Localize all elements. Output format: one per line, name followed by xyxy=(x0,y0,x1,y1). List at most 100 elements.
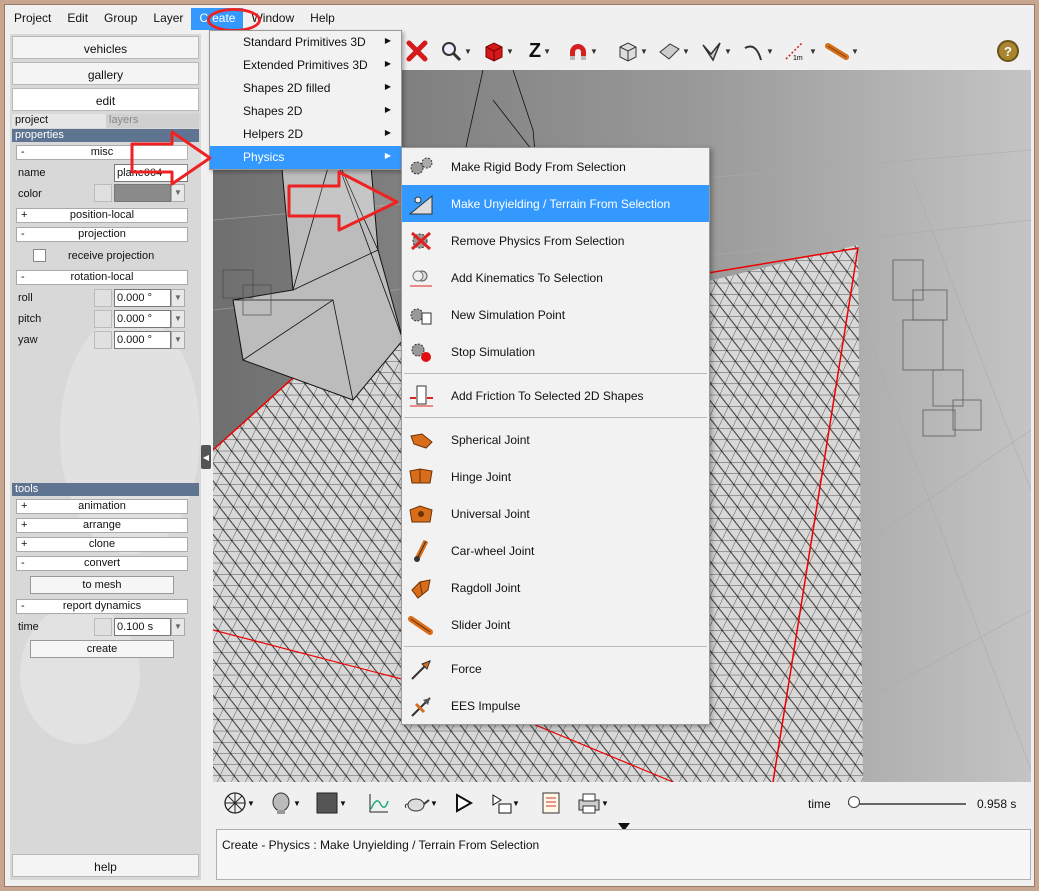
menu-item-label: Stop Simulation xyxy=(451,345,536,359)
convert-group[interactable]: - convert xyxy=(16,556,188,571)
roll-pick-box[interactable] xyxy=(94,289,112,307)
material-color-button[interactable]: ▼ xyxy=(313,789,349,817)
impulse-icon xyxy=(407,693,435,719)
camera-head-button[interactable]: ▼ xyxy=(267,789,303,817)
menu-item-extended-primitives[interactable]: Extended Primitives 3D ▶ xyxy=(210,54,401,77)
menu-item-make-unyielding[interactable]: Make Unyielding / Terrain From Selection xyxy=(402,185,709,222)
render-mode-button[interactable]: ▼ xyxy=(221,789,257,817)
menu-create[interactable]: Create xyxy=(191,8,244,30)
playback-options-button[interactable]: ▼ xyxy=(487,789,523,817)
clone-group[interactable]: + clone xyxy=(16,537,188,552)
to-mesh-button[interactable]: to mesh xyxy=(30,576,174,594)
snap-button[interactable]: ▼ xyxy=(564,36,600,66)
pitch-label: pitch xyxy=(18,313,42,325)
menu-window[interactable]: Window xyxy=(243,8,302,30)
tab-project[interactable]: project xyxy=(12,114,106,128)
help-toolbar-button[interactable]: ? xyxy=(997,40,1019,62)
menu-item-label: Physics xyxy=(243,150,285,164)
help-button[interactable]: help xyxy=(12,854,199,877)
menu-item-shapes-2d-filled[interactable]: Shapes 2D filled ▶ xyxy=(210,77,401,100)
status-bar: Create - Physics : Make Unyielding / Ter… xyxy=(216,829,1031,880)
arrange-group[interactable]: + arrange xyxy=(16,518,188,533)
primitive-box-button[interactable]: ▼ xyxy=(614,36,650,66)
color-swatch[interactable] xyxy=(114,184,171,202)
menu-item-standard-primitives[interactable]: Standard Primitives 3D ▶ xyxy=(210,31,401,54)
print-button[interactable]: ▼ xyxy=(575,789,611,817)
report-dynamics-group[interactable]: - report dynamics xyxy=(16,599,188,614)
graph-button[interactable] xyxy=(365,789,393,817)
measure-button[interactable]: 1m ▼ xyxy=(782,36,818,66)
menu-item-shapes-2d[interactable]: Shapes 2D ▶ xyxy=(210,100,401,123)
zoom-button[interactable]: ▼ xyxy=(438,36,474,66)
box-select-button[interactable]: ▼ xyxy=(480,36,516,66)
color-dropdown[interactable]: ▼ xyxy=(171,184,185,202)
yaw-spinner[interactable]: ▼ xyxy=(171,331,185,349)
step-icon xyxy=(492,794,512,814)
bone-button[interactable]: ▼ xyxy=(824,36,860,66)
panel-collapse-handle[interactable]: ◀ xyxy=(201,445,211,469)
menu-layer[interactable]: Layer xyxy=(145,8,191,30)
roll-spinner[interactable]: ▼ xyxy=(171,289,185,307)
menu-item-label: Standard Primitives 3D xyxy=(243,35,366,49)
time-pick-box[interactable] xyxy=(94,618,112,636)
color-pick-box[interactable] xyxy=(94,184,112,202)
time-spinner[interactable]: ▼ xyxy=(171,618,185,636)
menu-item-car-wheel-joint[interactable]: Car-wheel Joint xyxy=(402,532,709,569)
delete-button[interactable] xyxy=(402,36,432,66)
misc-group[interactable]: - misc xyxy=(16,145,188,160)
gallery-button[interactable]: gallery xyxy=(12,62,199,85)
report-button[interactable] xyxy=(537,789,565,817)
menu-item-universal-joint[interactable]: Universal Joint xyxy=(402,495,709,532)
shape2d-button[interactable]: ▼ xyxy=(698,36,734,66)
yaw-field[interactable]: 0.000 ° xyxy=(114,331,171,349)
menu-item-ees-impulse[interactable]: EES Impulse xyxy=(402,687,709,724)
receive-projection-checkbox[interactable] xyxy=(33,249,46,262)
edit-button[interactable]: edit xyxy=(12,88,199,111)
create-button[interactable]: create xyxy=(30,640,174,658)
position-local-sign: + xyxy=(21,209,28,221)
plane-button[interactable]: ▼ xyxy=(656,36,692,66)
position-local-group[interactable]: + position-local xyxy=(16,208,188,223)
menubar: Project Edit Group Layer Create Window H… xyxy=(6,8,343,30)
pitch-pick-box[interactable] xyxy=(94,310,112,328)
menu-item-slider-joint[interactable]: Slider Joint xyxy=(402,606,709,643)
animation-group[interactable]: + animation xyxy=(16,499,188,514)
menu-item-stop-simulation[interactable]: Stop Simulation xyxy=(402,333,709,370)
roll-field[interactable]: 0.000 ° xyxy=(114,289,171,307)
time-label: time xyxy=(18,621,39,633)
yaw-pick-box[interactable] xyxy=(94,331,112,349)
menu-item-ragdoll-joint[interactable]: Ragdoll Joint xyxy=(402,569,709,606)
name-field[interactable]: plane004 xyxy=(114,164,188,182)
menu-item-helpers-2d[interactable]: Helpers 2D ▶ xyxy=(210,123,401,146)
arrange-label: arrange xyxy=(83,519,121,531)
head-icon xyxy=(272,792,290,814)
menu-item-add-kinematics[interactable]: Add Kinematics To Selection xyxy=(402,259,709,296)
misc-sign: - xyxy=(21,146,25,158)
menu-item-add-friction[interactable]: Add Friction To Selected 2D Shapes xyxy=(402,377,709,414)
rotation-local-group[interactable]: - rotation-local xyxy=(16,270,188,285)
play-button[interactable] xyxy=(449,789,477,817)
teapot-button[interactable]: ▼ xyxy=(403,789,439,817)
menu-help[interactable]: Help xyxy=(302,8,343,30)
convert-sign: - xyxy=(21,557,25,569)
time-field[interactable]: 0.100 s xyxy=(114,618,171,636)
curve-button[interactable]: ▼ xyxy=(740,36,776,66)
menu-project[interactable]: Project xyxy=(6,8,59,30)
pitch-field[interactable]: 0.000 ° xyxy=(114,310,171,328)
menu-item-hinge-joint[interactable]: Hinge Joint xyxy=(402,458,709,495)
menu-item-force[interactable]: Force xyxy=(402,650,709,687)
projection-group[interactable]: - projection xyxy=(16,227,188,242)
menu-item-make-rigid-body[interactable]: Make Rigid Body From Selection xyxy=(402,148,709,185)
pitch-spinner[interactable]: ▼ xyxy=(171,310,185,328)
axis-constraint-button[interactable]: Z ▼ xyxy=(522,36,558,66)
menu-item-remove-physics[interactable]: Remove Physics From Selection xyxy=(402,222,709,259)
menu-edit[interactable]: Edit xyxy=(59,8,96,30)
tab-layers[interactable]: layers xyxy=(106,114,199,128)
menu-item-spherical-joint[interactable]: Spherical Joint xyxy=(402,421,709,458)
vehicles-button[interactable]: vehicles xyxy=(12,36,199,59)
timeline-slider[interactable] xyxy=(848,803,966,805)
timeline-slider-knob[interactable] xyxy=(848,796,860,808)
menu-group[interactable]: Group xyxy=(96,8,145,30)
menu-item-physics[interactable]: Physics ▶ xyxy=(210,146,401,169)
menu-item-new-simulation-point[interactable]: New Simulation Point xyxy=(402,296,709,333)
